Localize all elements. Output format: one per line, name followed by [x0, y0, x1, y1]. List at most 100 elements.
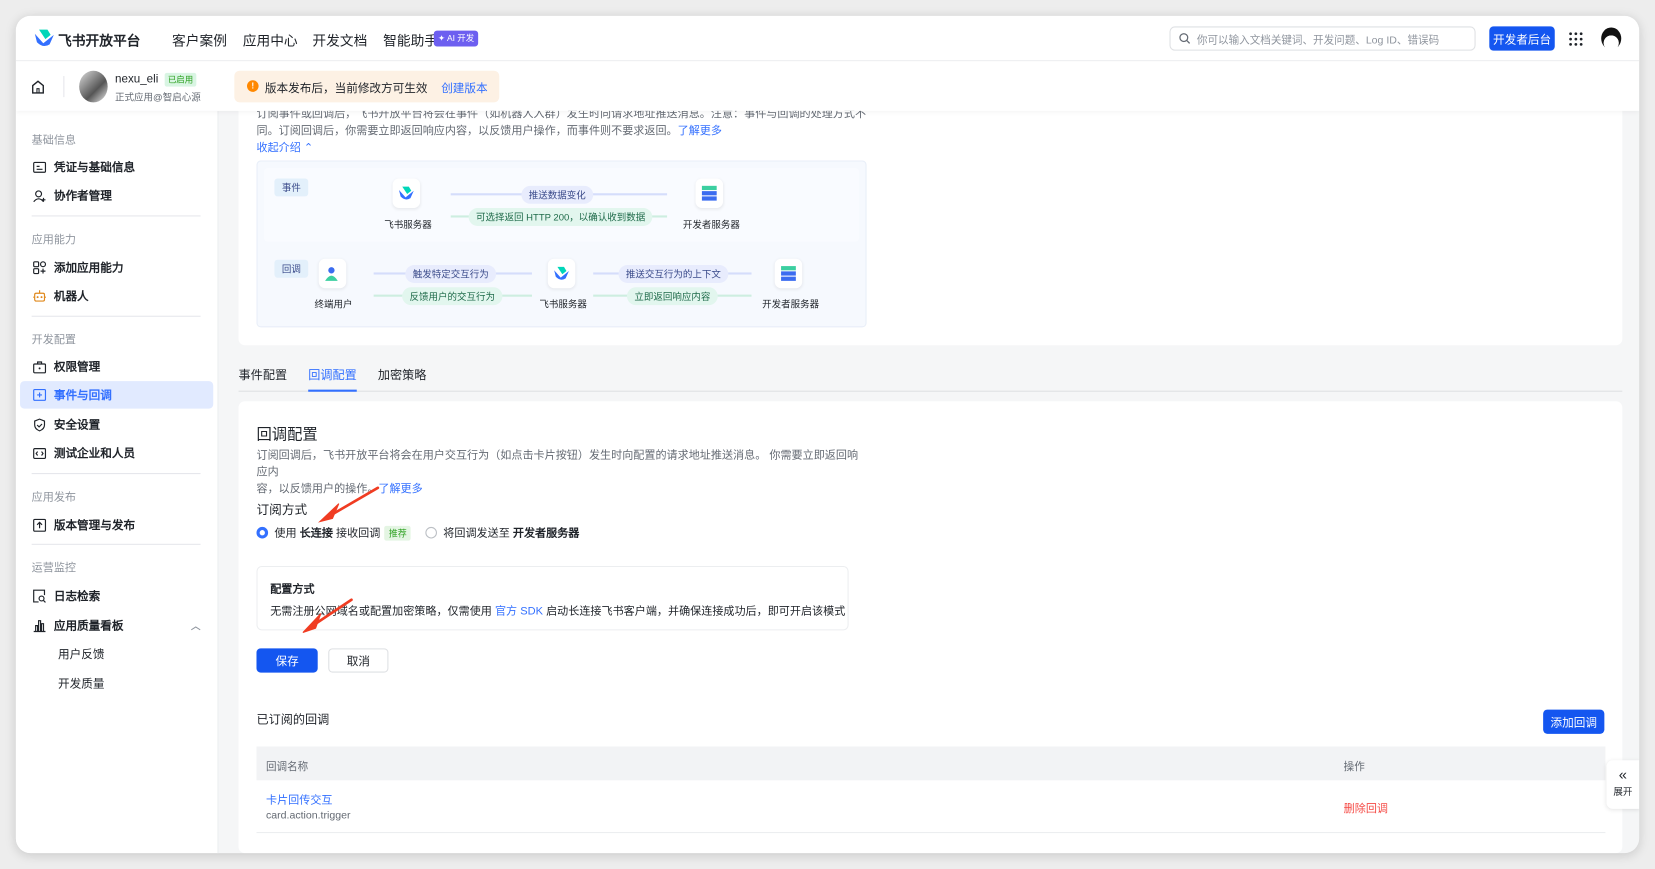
- double-chevron-left-icon: «: [1618, 765, 1627, 783]
- column-header: 操作: [1343, 761, 1365, 773]
- end-user-icon: [318, 258, 347, 289]
- push-context-label: 推送交互行为的上下文: [618, 265, 729, 283]
- expand-panel-button[interactable]: « 展开: [1606, 760, 1640, 809]
- learn-more-link[interactable]: 了解更多: [678, 125, 722, 138]
- desc-line: 订阅回调后，飞书开放平台将会在用户交互行为（如点击卡片按钮）发生时向配置的请求地…: [256, 448, 859, 479]
- divider: [31, 215, 201, 217]
- expand-label: 展开: [1613, 786, 1633, 798]
- sidebar-group-title: 运营监控: [31, 561, 76, 575]
- save-button[interactable]: 保存: [256, 648, 318, 673]
- shield-icon: [34, 417, 46, 431]
- sidebar-item-user-feedback[interactable]: 用户反馈: [20, 640, 213, 667]
- add-callback-button[interactable]: 添加回调: [1543, 709, 1605, 734]
- top-nav: 飞书开放平台 客户案例 应用中心 开发文档 智能助手 ✦ AI 开发 你可以输入…: [15, 15, 1640, 62]
- cancel-button[interactable]: 取消: [328, 648, 389, 673]
- sidebar-item-log-search[interactable]: 日志检索: [20, 582, 213, 609]
- callback-tag: 回调: [274, 259, 309, 278]
- app-grid-icon[interactable]: [1568, 32, 1583, 47]
- sidebar-item-security[interactable]: 安全设置: [20, 411, 213, 438]
- feishu-server-label: 飞书服务器: [384, 219, 432, 231]
- dev-server-icon: [695, 178, 724, 209]
- sidebar-item-label: 添加应用能力: [53, 261, 124, 275]
- delete-callback-button[interactable]: 删除回调: [1344, 800, 1388, 816]
- event-return-label: 可选择返回 HTTP 200，以确认收到数据: [468, 208, 653, 226]
- radio-checked-icon[interactable]: [256, 526, 269, 539]
- developer-console-button[interactable]: 开发者后台: [1489, 26, 1555, 51]
- table-row: 卡片回传交互 card.action.trigger 删除回调: [256, 780, 1606, 834]
- option-bold-text: 长连接: [299, 526, 333, 540]
- warning-icon: !: [246, 80, 259, 92]
- tab-callback-config[interactable]: 回调配置: [308, 366, 357, 383]
- section-title: 回调配置: [256, 426, 318, 444]
- intro-card: 订阅事件或回调后，飞书开放平台将会在事件（如机器人入群）发生时向请求地址推送消息…: [238, 89, 1623, 346]
- config-mode-text: 无需注册公网域名或配置加密策略，仅需使用 官方 SDK 启动长连接飞书客户端，并…: [270, 603, 845, 619]
- sidebar-item-collaborators[interactable]: 协作者管理: [20, 182, 213, 209]
- upload-icon: [33, 518, 47, 532]
- config-text: 无需注册公网域名或配置加密策略，仅需使用: [270, 605, 492, 618]
- sidebar-item-label: 开发质量: [58, 677, 105, 691]
- brand-name[interactable]: 飞书开放平台: [58, 30, 140, 50]
- feishu-server-icon: [392, 178, 421, 209]
- log-search-icon: [33, 589, 46, 603]
- callback-key: card.action.trigger: [265, 809, 351, 822]
- callback-name-link[interactable]: 卡片回传交互: [266, 792, 332, 808]
- bar-chart-icon: [33, 619, 46, 632]
- radio-developer-server[interactable]: 将回调发送至 开发者服务器: [425, 525, 579, 541]
- sidebar-item-label: 测试企业和人员: [53, 447, 136, 461]
- create-version-link[interactable]: 创建版本: [441, 79, 487, 96]
- option-text: 将回调发送至: [443, 526, 510, 540]
- sidebar-item-label: 权限管理: [53, 361, 101, 374]
- sidebar-item-events-callbacks[interactable]: 事件与回调: [20, 381, 214, 409]
- sidebar-item-label: 安全设置: [53, 419, 101, 432]
- sidebar-item-permissions[interactable]: 权限管理: [20, 353, 213, 380]
- sidebar-item-quality-dashboard[interactable]: 应用质量看板 ︿: [20, 611, 213, 638]
- config-mode-box: 配置方式 无需注册公网域名或配置加密策略，仅需使用 官方 SDK 启动长连接飞书…: [256, 565, 849, 631]
- nav-assistant[interactable]: 智能助手: [383, 30, 438, 50]
- divider: [31, 543, 201, 545]
- sidebar-item-version-release[interactable]: 版本管理与发布: [20, 511, 213, 538]
- config-text: 启动长连接飞书客户端，并确保连接成功后，即可开启该模式: [546, 605, 846, 618]
- nav-customer-cases[interactable]: 客户案例: [172, 30, 227, 50]
- notice-text: 版本发布后，当前修改方可生效: [264, 82, 428, 96]
- app-avatar: [79, 70, 108, 103]
- learn-more-link[interactable]: 了解更多: [378, 483, 422, 496]
- collapse-intro-toggle[interactable]: 收起介绍 ⌃: [256, 139, 313, 155]
- chevron-up-icon[interactable]: ︿: [191, 618, 201, 632]
- event-icon: [33, 388, 47, 401]
- radio-long-connection[interactable]: 使用 长连接 接收回调 推荐: [256, 525, 411, 541]
- official-sdk-link[interactable]: 官方 SDK: [495, 605, 543, 618]
- notice-banner: ! 版本发布后，当前修改方可生效 创建版本: [234, 70, 500, 103]
- sidebar-item-label: 应用质量看板: [53, 619, 124, 633]
- tab-event-config[interactable]: 事件配置: [239, 366, 288, 383]
- option-text: 接收回调: [336, 526, 381, 540]
- radio-unchecked-icon[interactable]: [425, 526, 437, 539]
- dev-server-icon: [774, 258, 803, 289]
- search-input[interactable]: 你可以输入文档关键词、开发问题、Log ID、错误码: [1169, 26, 1476, 51]
- divider: [63, 76, 65, 98]
- sidebar-item-label: 用户反馈: [58, 648, 105, 661]
- sidebar-group-title: 应用发布: [31, 490, 76, 504]
- app-window: 飞书开放平台 客户案例 应用中心 开发文档 智能助手 ✦ AI 开发 你可以输入…: [15, 15, 1640, 854]
- sidebar-item-dev-quality[interactable]: 开发质量: [20, 669, 213, 696]
- user-avatar[interactable]: [1601, 27, 1622, 50]
- sidebar-item-test-users[interactable]: 测试企业和人员: [20, 439, 213, 466]
- search-icon: [1179, 33, 1191, 44]
- sidebar-item-bot[interactable]: 机器人: [20, 282, 213, 309]
- sidebar-item-add-capability[interactable]: 添加应用能力: [20, 253, 213, 280]
- sidebar-item-credentials[interactable]: 凭证与基础信息: [20, 153, 213, 180]
- ai-badge: ✦ AI 开发: [433, 30, 479, 47]
- dev-server-label: 开发者服务器: [682, 219, 740, 231]
- sidebar-item-label: 日志检索: [53, 590, 101, 603]
- end-user-label: 终端用户: [314, 298, 353, 310]
- briefcase-icon: [33, 360, 47, 373]
- user-add-icon: [33, 189, 46, 202]
- home-icon[interactable]: [31, 79, 46, 94]
- collapse-intro-label: 收起介绍: [256, 141, 301, 155]
- active-tab-indicator: [308, 389, 357, 392]
- tabs-divider: [238, 390, 1623, 392]
- nav-dev-docs[interactable]: 开发文档: [312, 30, 367, 50]
- nav-app-center[interactable]: 应用中心: [243, 30, 298, 50]
- id-card-icon: [33, 161, 47, 173]
- diagram-event-row: [263, 167, 860, 242]
- tab-encryption[interactable]: 加密策略: [378, 366, 427, 383]
